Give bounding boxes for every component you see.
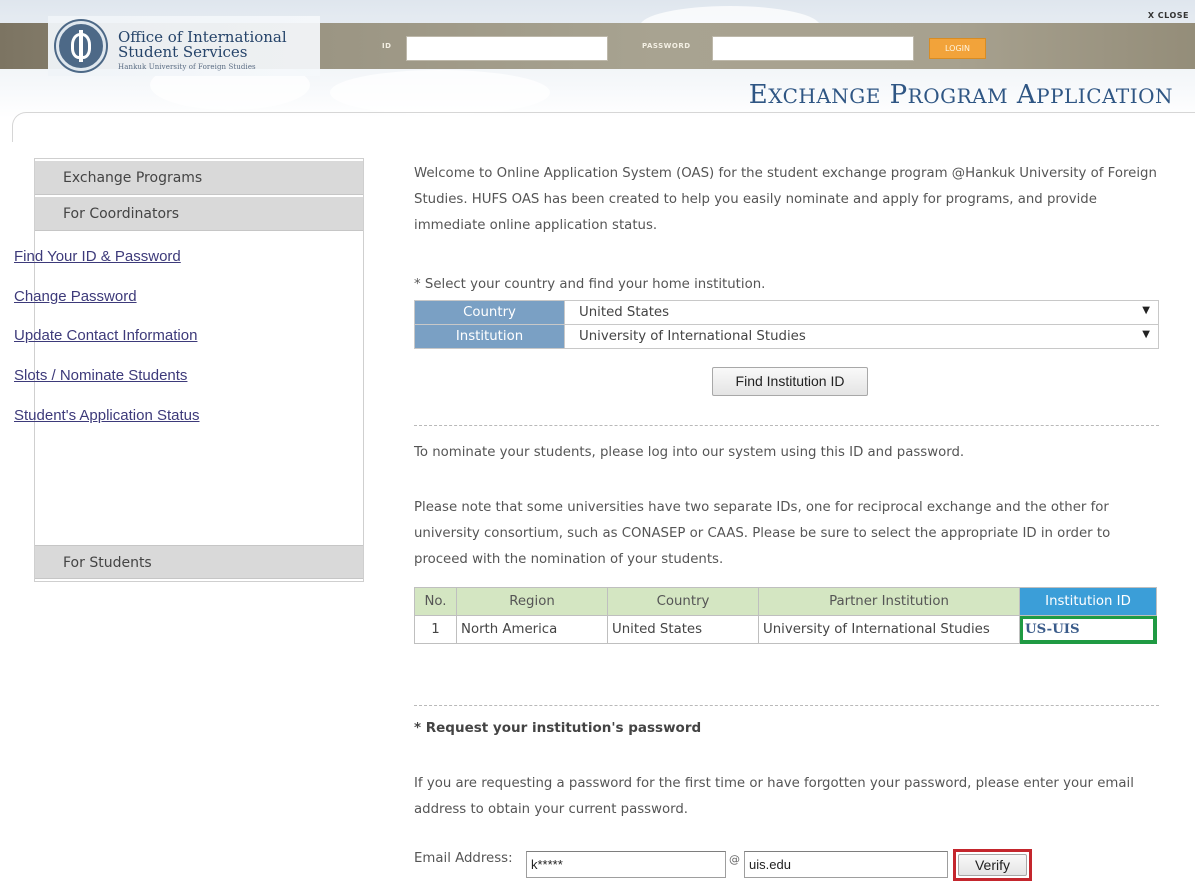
- dropdown-arrow-icon: ▼: [1142, 305, 1150, 316]
- login-note: To nominate your students, please log in…: [414, 445, 965, 460]
- site-header: Office of International Student Services…: [0, 0, 1195, 118]
- cell-partner-institution: University of International Studies: [758, 615, 1020, 644]
- institution-id-table: No. Region Country Partner Institution I…: [414, 587, 1157, 644]
- institution-selector: Country United States ▼ Institution Univ…: [414, 300, 1159, 349]
- link-change-password[interactable]: Change Password: [14, 288, 137, 305]
- col-region: Region: [456, 587, 608, 616]
- login-button[interactable]: LOGIN: [929, 38, 986, 59]
- institution-value: University of International Studies: [579, 329, 806, 344]
- link-find-id-password[interactable]: Find Your ID & Password: [14, 248, 181, 265]
- dropdown-arrow-icon: ▼: [1142, 329, 1150, 340]
- welcome-text: Welcome to Online Application System (OA…: [414, 166, 1157, 233]
- col-no: No.: [414, 587, 457, 616]
- office-title: Office of International Student Services: [118, 28, 287, 61]
- link-update-contact[interactable]: Update Contact Information: [14, 327, 197, 344]
- verify-highlight: Verify: [953, 849, 1032, 881]
- page-title: EXCHANGE PROGRAM APPLICATION: [748, 80, 1173, 110]
- id-label: ID: [382, 42, 392, 50]
- cell-country: United States: [607, 615, 759, 644]
- country-select[interactable]: United States ▼: [564, 300, 1159, 325]
- email-label: Email Address:: [414, 851, 513, 866]
- cloud-decoration: [330, 70, 550, 115]
- section-divider: [414, 705, 1159, 706]
- institution-label: Institution: [414, 324, 565, 349]
- country-label: Country: [414, 300, 565, 325]
- login-password-input[interactable]: [712, 36, 914, 61]
- institution-select[interactable]: University of International Studies ▼: [564, 324, 1159, 349]
- at-symbol: @: [729, 853, 740, 866]
- col-partner-institution: Partner Institution: [758, 587, 1020, 616]
- verify-button[interactable]: Verify: [958, 854, 1027, 876]
- title-initial: E: [748, 80, 769, 110]
- find-institution-id-button[interactable]: Find Institution ID: [712, 367, 868, 396]
- title-rest: XCHANGE: [768, 84, 881, 108]
- col-institution-id: Institution ID: [1019, 587, 1157, 616]
- menu-for-coordinators[interactable]: For Coordinators: [35, 197, 363, 231]
- menu-for-students[interactable]: For Students: [35, 545, 363, 579]
- link-application-status[interactable]: Student's Application Status: [14, 407, 200, 424]
- cell-institution-id: US-UIS: [1019, 615, 1157, 644]
- login-id-input[interactable]: [406, 36, 608, 61]
- email-domain-input[interactable]: uis.edu: [744, 851, 948, 878]
- cell-region: North America: [456, 615, 608, 644]
- university-seal-icon[interactable]: [56, 21, 106, 71]
- menu-exchange-programs[interactable]: Exchange Programs: [35, 161, 363, 195]
- country-value: United States: [579, 305, 670, 320]
- close-button[interactable]: X CLOSE: [1148, 11, 1189, 20]
- university-name: Hankuk University of Foreign Studies: [118, 63, 256, 71]
- section-divider: [414, 425, 1159, 426]
- content-frame: [12, 112, 1195, 142]
- col-country: Country: [607, 587, 759, 616]
- email-user-input[interactable]: k*****: [526, 851, 726, 878]
- table-header-row: No. Region Country Partner Institution I…: [414, 587, 1157, 616]
- request-note: If you are requesting a password for the…: [414, 776, 1134, 817]
- password-label: PASSWORD: [642, 42, 691, 50]
- cell-no: 1: [414, 615, 457, 644]
- select-prompt: * Select your country and find your home…: [414, 277, 766, 292]
- link-nominate-students[interactable]: Slots / Nominate Students: [14, 367, 187, 384]
- request-password-title: * Request your institution's password: [414, 720, 702, 736]
- table-row: 1 North America United States University…: [414, 615, 1157, 644]
- ids-note: Please note that some universities have …: [414, 500, 1111, 567]
